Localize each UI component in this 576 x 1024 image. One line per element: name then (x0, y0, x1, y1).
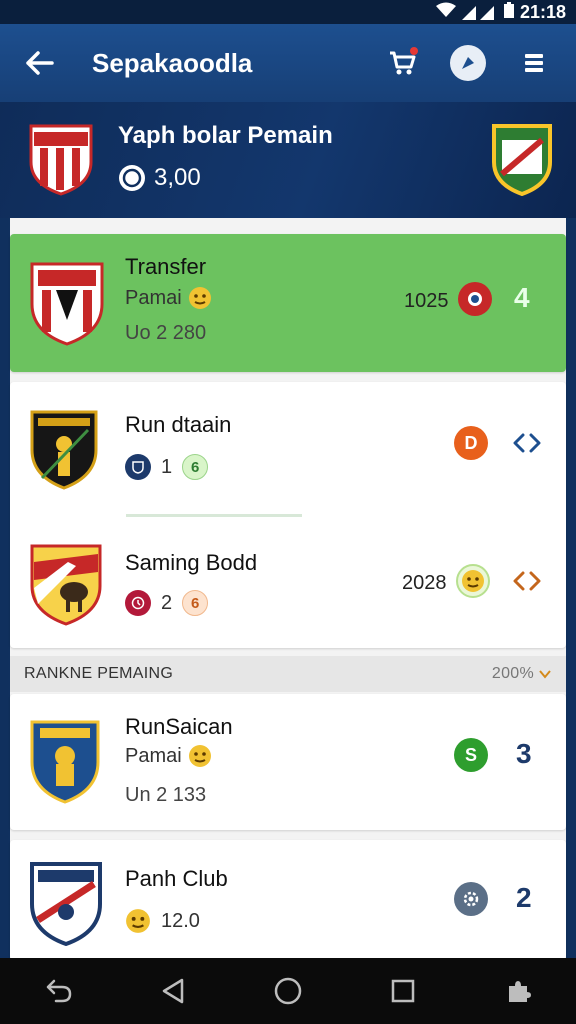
undo-icon (46, 979, 71, 1003)
emoji-icon (456, 564, 490, 598)
item-stat-badge: 6 (182, 590, 209, 616)
settings-nav-button[interactable] (494, 967, 542, 1015)
clock-text: 21:18 (519, 1, 566, 22)
club-logo-icon (28, 408, 100, 495)
emoji-icon (188, 745, 211, 767)
list-item[interactable]: Panh Club 12.0 2 (10, 840, 566, 960)
recents-button[interactable] (379, 967, 427, 1015)
emoji-icon (126, 909, 150, 933)
puzzle-icon (509, 981, 532, 1002)
section-title: RANKNE PEMAING (24, 665, 174, 682)
item-stat-badge: 6 (182, 454, 209, 480)
app-bar: Sepakaoodla (0, 24, 576, 102)
list-item[interactable]: Transfer Pamai Uo 2 280 1025 4 (10, 234, 566, 372)
item-score: 1025 (404, 290, 449, 312)
shield-icon (125, 454, 151, 480)
signal-icon (461, 4, 498, 20)
square-recents-icon (391, 979, 415, 1003)
item-title: RunSaican (125, 714, 233, 739)
club-logo-icon (28, 860, 104, 951)
opponent-logo-icon (490, 122, 554, 201)
coin-icon (119, 165, 145, 191)
header-title: Yaph bolar Pemain (118, 122, 333, 149)
list-group: Run dtaain 1 6 D Saming Bodd 2 6 2028 (10, 382, 566, 648)
club-logo-icon (28, 260, 106, 351)
item-subtitle-text: Pamai (125, 286, 182, 309)
item-rank: 3 (516, 738, 532, 769)
back-nav-button[interactable] (149, 967, 197, 1015)
circle-home-icon (274, 977, 302, 1005)
item-rank: 4 (514, 282, 530, 313)
emoji-icon (188, 287, 211, 309)
item-badge: D (454, 426, 488, 460)
item-stats: 1 6 (125, 454, 209, 480)
swap-icon[interactable] (510, 564, 544, 598)
item-subtitle: Pamai (125, 286, 212, 310)
item-rank: 2 (516, 882, 532, 913)
list-panel: Transfer Pamai Uo 2 280 1025 4 Run dtaai… (10, 218, 566, 960)
notification-dot (410, 47, 418, 55)
app-title: Sepakaoodla (92, 47, 253, 78)
item-subtitle-text: 12.0 (161, 909, 200, 932)
home-button[interactable] (264, 967, 312, 1015)
item-subtitle: Pamai (125, 744, 212, 768)
club-logo-icon (28, 542, 104, 631)
header-meta-value: 3,00 (154, 164, 201, 191)
item-score: 2028 (402, 572, 447, 594)
section-filter[interactable]: 200% (492, 665, 552, 683)
item-title: Run dtaain (125, 412, 232, 437)
wifi-icon (435, 2, 456, 23)
navigation-bar (0, 958, 576, 1024)
menu-icon (525, 54, 543, 72)
battery-icon (503, 1, 514, 23)
item-detail: Uo 2 280 (125, 322, 207, 344)
item-badge: S (454, 738, 488, 772)
cart-button[interactable] (380, 41, 424, 85)
compass-icon (450, 45, 486, 81)
item-title: Transfer (125, 254, 207, 279)
item-stats: 2 6 (125, 590, 209, 616)
menu-button[interactable] (512, 41, 556, 85)
triangle-back-icon (162, 978, 184, 1004)
header-card: Yaph bolar Pemain 3,00 (0, 102, 576, 218)
list-item[interactable]: RunSaican Pamai Un 2 133 S 3 (10, 694, 566, 830)
item-divider (126, 514, 302, 517)
gear-icon[interactable] (454, 882, 488, 916)
item-title: Panh Club (125, 866, 228, 891)
compass-button[interactable] (446, 41, 490, 85)
item-subtitle-text: Pamai (125, 744, 182, 767)
undo-button[interactable] (34, 967, 82, 1015)
section-header: RANKNE PEMAING 200% (10, 656, 566, 692)
item-stat-value: 1 (161, 455, 173, 478)
section-filter-value: 200% (491, 665, 534, 682)
item-title: Saming Bodd (125, 550, 258, 575)
club-logo-icon (28, 718, 102, 809)
arrow-left-icon (26, 51, 54, 75)
chevron-down-icon (539, 670, 551, 679)
back-button[interactable] (20, 43, 60, 83)
team-badge-icon (458, 282, 492, 316)
swap-icon[interactable] (510, 426, 544, 460)
clock-icon (125, 590, 151, 616)
item-stat-value: 2 (161, 591, 173, 614)
item-subtitle: 12.0 (125, 908, 200, 934)
item-detail: Un 2 133 (125, 784, 207, 806)
status-bar: 21:18 (0, 0, 576, 24)
club-logo-icon (26, 122, 96, 201)
header-meta: 3,00 (118, 164, 201, 192)
